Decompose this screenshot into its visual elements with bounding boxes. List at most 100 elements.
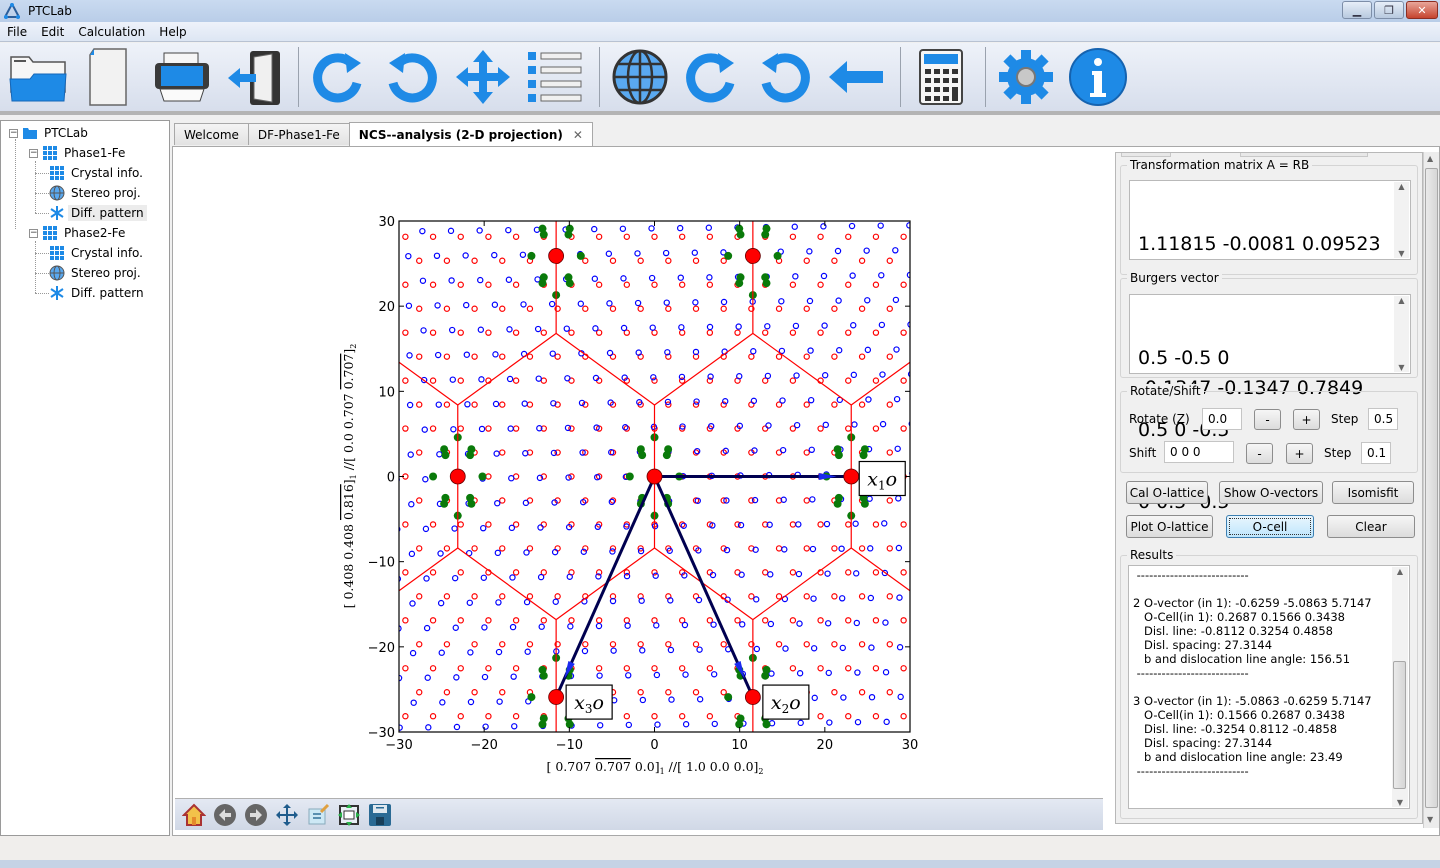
lattice-1-point — [845, 377, 852, 384]
lattice-2-point — [911, 570, 916, 575]
pan-button[interactable] — [271, 801, 302, 829]
stereo-projection-button[interactable] — [606, 43, 674, 111]
scroll-thumb[interactable] — [1425, 168, 1438, 808]
lattice-2-point — [478, 376, 485, 383]
coincidence-point — [538, 665, 547, 674]
lattice-2-point — [696, 646, 703, 653]
back-button[interactable] — [209, 801, 240, 829]
tree-item-phase2[interactable]: − Phase2-Fe — [29, 223, 128, 243]
new-button[interactable] — [76, 43, 144, 111]
tree-item-phase1[interactable]: − Phase1-Fe — [29, 143, 128, 163]
cal-o-lattice-button[interactable]: Cal O-lattice — [1126, 481, 1208, 504]
scrollbar[interactable]: ▲ ▼ — [1394, 296, 1409, 372]
crystal-grid-icon — [50, 246, 64, 260]
lattice-2-point — [463, 351, 471, 358]
plot-canvas[interactable]: −30 −20 −10 0 10 20 30 −30 −20 −10 0 10 20 30 x1o x2o x… — [175, 150, 1085, 796]
ncs-chart[interactable]: −30 −20 −10 0 10 20 30−30−20−100102030 x1ox2ox… — [175, 150, 1085, 796]
scroll-up-icon[interactable]: ▲ — [1397, 567, 1403, 576]
tree-item-phase2-stereo-proj[interactable]: Stereo proj. — [49, 263, 144, 283]
configure-subplots-button[interactable] — [333, 801, 364, 829]
scroll-up-icon[interactable]: ▲ — [1398, 296, 1404, 305]
menu-file[interactable]: File — [0, 25, 34, 39]
tree-item-phase1-stereo-proj[interactable]: Stereo proj. — [49, 183, 144, 203]
rotate-step-input[interactable]: 0.5 — [1368, 408, 1398, 430]
lattice-2-point — [477, 326, 485, 333]
tab-df-phase1-fe[interactable]: DF-Phase1-Fe — [247, 123, 350, 145]
isomisfit-button[interactable]: Isomisfit — [1332, 481, 1414, 504]
o-cell-button[interactable]: O-cell — [1226, 515, 1314, 538]
crystal-grid-icon — [43, 146, 57, 160]
edit-axes-button[interactable] — [302, 801, 333, 829]
rotate-cw-button[interactable] — [305, 43, 373, 111]
forward-button[interactable] — [240, 801, 271, 829]
collapse-icon[interactable]: − — [29, 228, 38, 238]
x-tick-label: −10 — [556, 738, 583, 753]
scroll-down-icon[interactable]: ▼ — [1397, 798, 1403, 807]
scroll-down-icon[interactable]: ▼ — [1398, 363, 1404, 372]
print-button[interactable] — [148, 43, 216, 111]
lattice-1-point — [638, 210, 643, 215]
lattice-2-point — [552, 598, 559, 605]
restore-button[interactable]: ❐ — [1374, 1, 1404, 19]
menu-edit[interactable]: Edit — [34, 25, 71, 39]
rotate-minus-button[interactable]: - — [1254, 409, 1281, 430]
undo-button[interactable] — [750, 43, 818, 111]
scroll-thumb[interactable] — [1393, 661, 1406, 789]
redo-button[interactable] — [678, 43, 746, 111]
transformation-matrix-input[interactable]: 1.11815 -0.0081 0.09523 -0.0081 1.11815 … — [1129, 180, 1411, 399]
move-button[interactable] — [449, 43, 517, 111]
scroll-down-icon[interactable]: ▼ — [1398, 249, 1404, 258]
collapse-icon[interactable]: − — [29, 148, 38, 158]
back-button[interactable] — [822, 43, 890, 111]
menu-calculation[interactable]: Calculation — [71, 25, 152, 39]
menu-help[interactable]: Help — [152, 25, 193, 39]
rotate-z-input[interactable]: 0.0 — [1202, 408, 1242, 430]
lattice-1-point — [512, 281, 520, 288]
shift-plus-button[interactable]: + — [1286, 443, 1313, 464]
burgers-vector-input[interactable]: 0.5 -0.5 0 0.5 0 -0.5 0 0.5 -0.5 ▲▼ — [1129, 294, 1411, 513]
panel-scrollbar[interactable]: ▲ ▼ — [1423, 152, 1439, 828]
home-button[interactable] — [178, 801, 209, 829]
info-button[interactable] — [1064, 43, 1132, 111]
lattice-1-point — [651, 713, 658, 720]
settings-button[interactable] — [992, 43, 1060, 111]
tab-welcome[interactable]: Welcome — [174, 123, 249, 145]
calculator-button[interactable] — [907, 43, 975, 111]
shift-step-input[interactable]: 0.1 — [1361, 442, 1391, 464]
save-figure-button[interactable] — [364, 801, 395, 829]
tree-item-phase1-crystal-info[interactable]: Crystal info. — [49, 163, 146, 183]
scroll-up-icon[interactable]: ▲ — [1398, 182, 1404, 191]
collapse-icon[interactable]: − — [9, 128, 18, 138]
tab-close-icon[interactable]: ✕ — [573, 128, 583, 142]
scroll-up-icon[interactable]: ▲ — [1427, 154, 1433, 163]
minimize-button[interactable]: ▁ — [1342, 1, 1372, 19]
tree-label: Crystal info. — [71, 246, 143, 260]
results-scrollbar[interactable]: ▲ ▼ — [1392, 567, 1408, 807]
lattice-1-point — [789, 329, 797, 336]
exit-button[interactable] — [220, 43, 288, 111]
close-button[interactable]: ✕ — [1406, 1, 1438, 19]
lattice-1-point — [499, 305, 506, 312]
open-button[interactable] — [4, 43, 72, 111]
o-cell-edge — [752, 332, 852, 406]
tree-item-phase1-diff-pattern[interactable]: Diff. pattern — [49, 203, 147, 223]
lattice-2-point — [906, 222, 910, 229]
shift-input[interactable]: 0 0 0 — [1164, 441, 1234, 463]
lattice-2-point — [764, 372, 772, 380]
rotate-ccw-button[interactable] — [377, 43, 445, 111]
scrollbar[interactable]: ▲ ▼ — [1394, 182, 1409, 258]
shift-minus-button[interactable]: - — [1246, 443, 1273, 464]
tree-item-phase2-diff-pattern[interactable]: Diff. pattern — [49, 283, 147, 303]
plot-o-lattice-button[interactable]: Plot O-lattice — [1126, 515, 1213, 538]
tree-item-phase2-crystal-info[interactable]: Crystal info. — [49, 243, 146, 263]
results-textarea[interactable]: --------------------------- 2 O-vector (… — [1128, 565, 1410, 809]
list-button[interactable] — [521, 43, 589, 111]
tree-item-root[interactable]: − PTCLab — [9, 123, 91, 143]
lattice-2-point — [897, 693, 904, 701]
rotate-plus-button[interactable]: + — [1293, 409, 1320, 430]
tab-ncs-analysis[interactable]: NCS--analysis (2-D projection) ✕ — [348, 122, 593, 146]
clear-button[interactable]: Clear — [1327, 515, 1415, 538]
scroll-down-icon[interactable]: ▼ — [1427, 815, 1433, 824]
lattice-1-point — [485, 425, 492, 432]
show-o-vectors-button[interactable]: Show O-vectors — [1219, 481, 1323, 504]
